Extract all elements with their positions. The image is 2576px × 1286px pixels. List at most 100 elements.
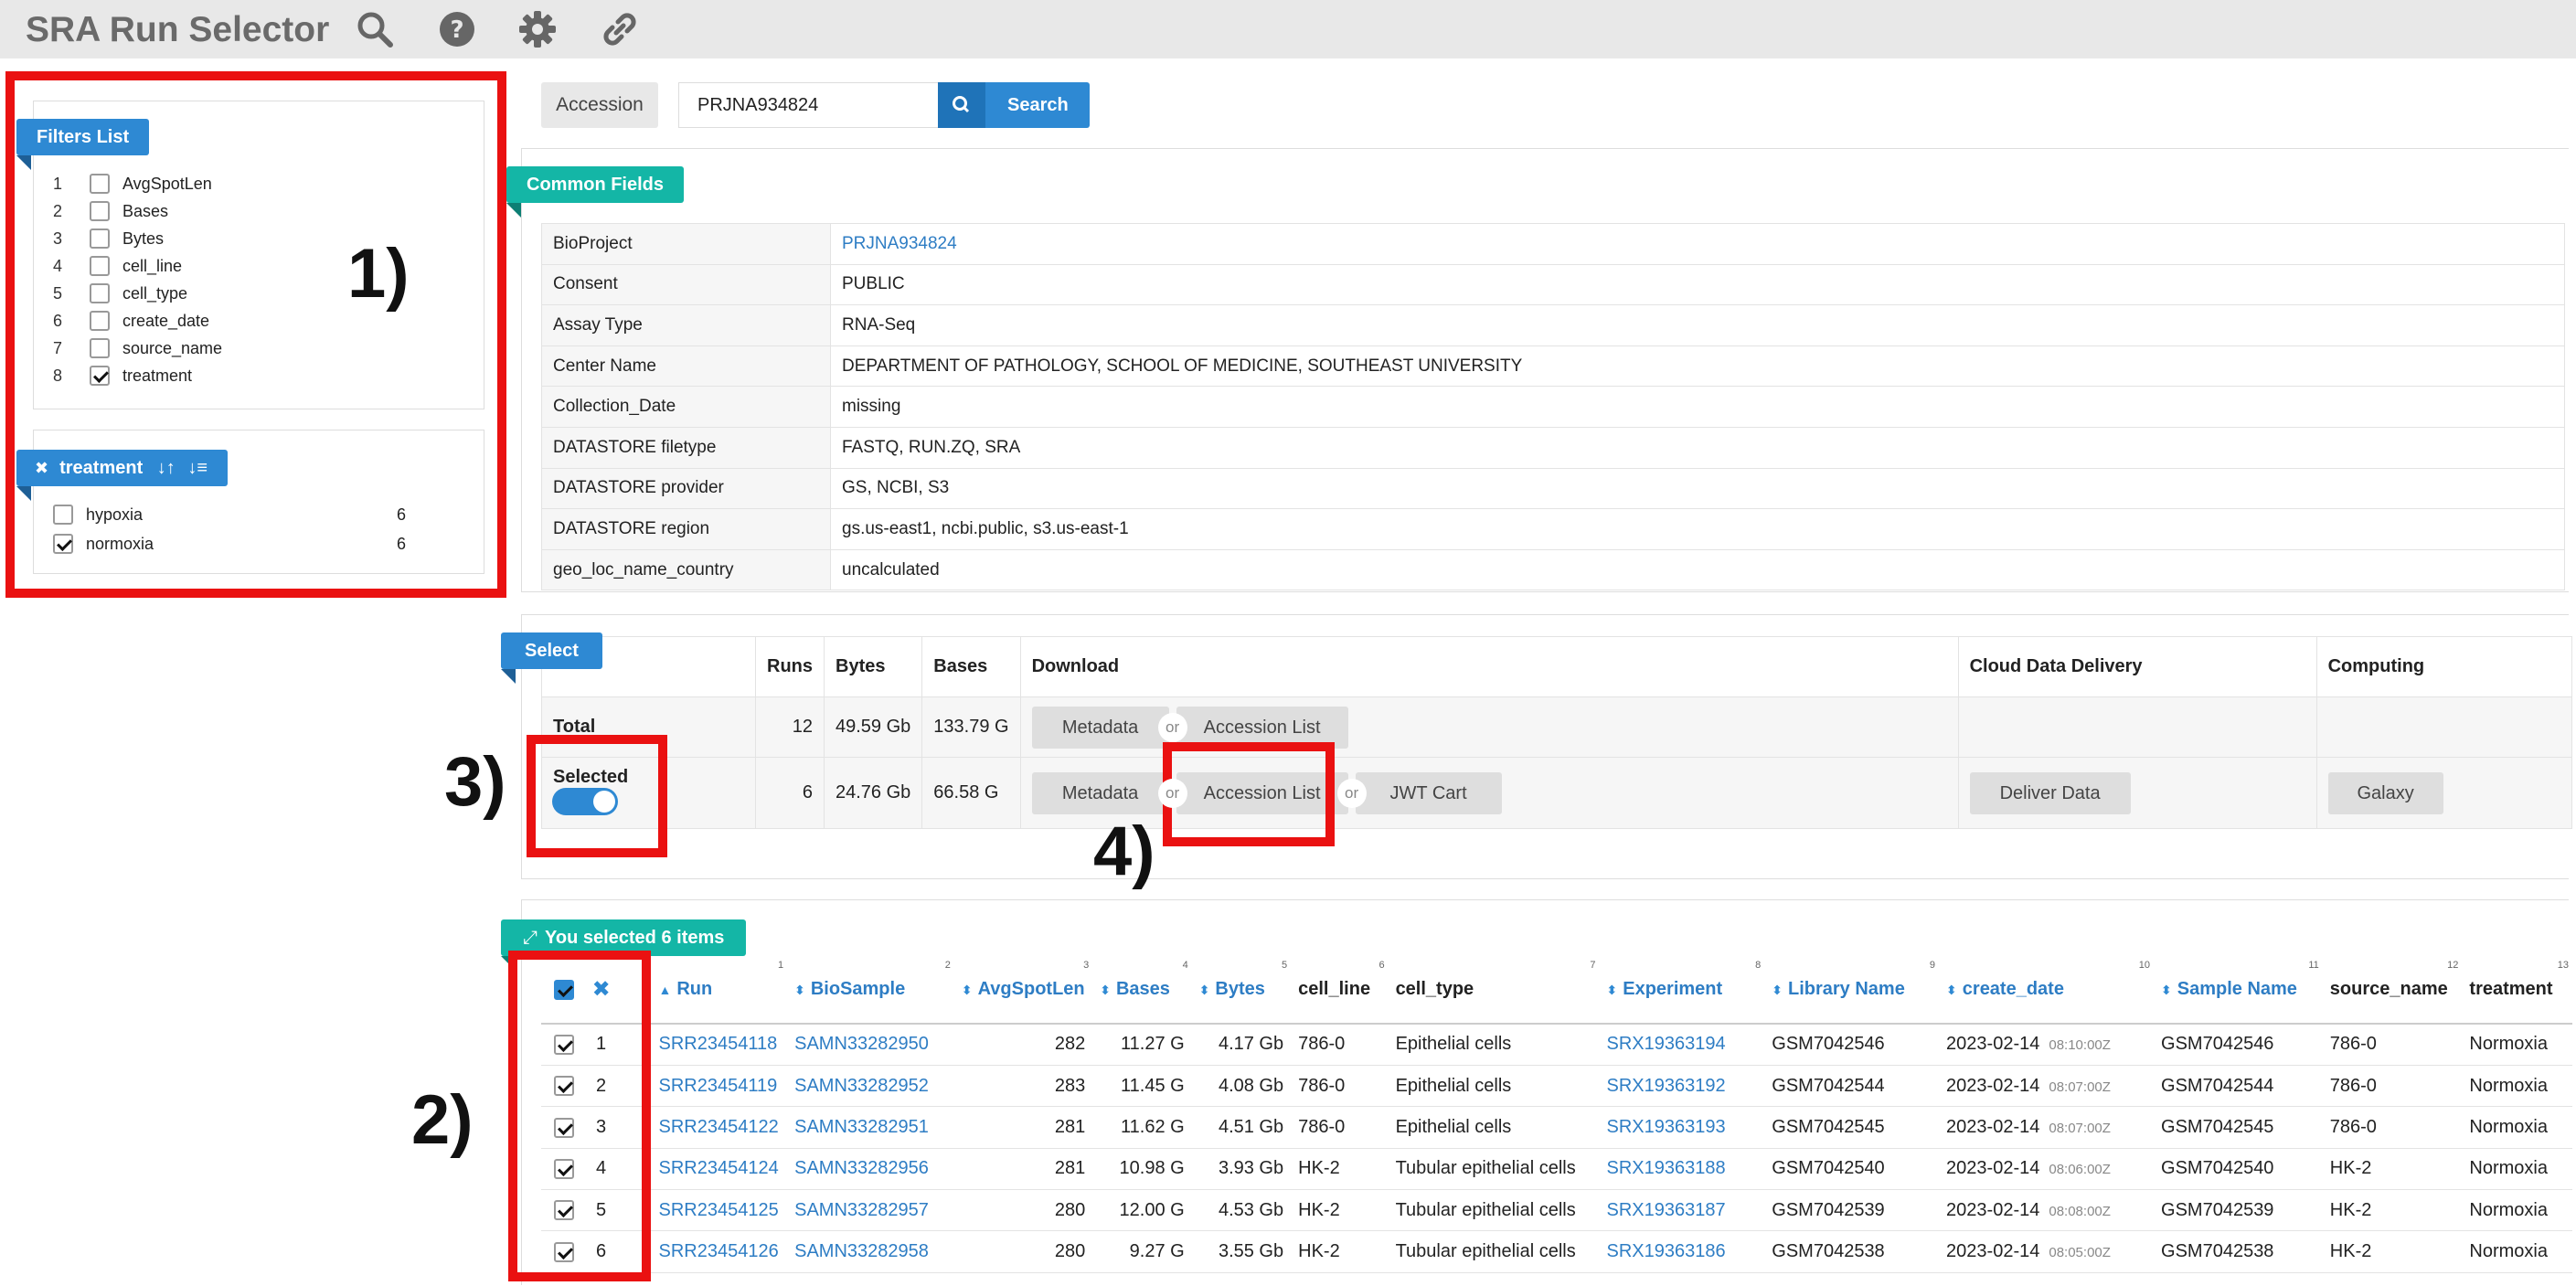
- treatment-checkbox[interactable]: [53, 534, 73, 554]
- deliver-data-button[interactable]: Deliver Data: [1969, 771, 2131, 814]
- selected-metadata-button[interactable]: Metadata: [1031, 771, 1169, 814]
- filter-checkbox[interactable]: [90, 338, 110, 358]
- close-icon[interactable]: ✖: [35, 459, 48, 477]
- experiment-link[interactable]: SRX19363186: [1599, 1230, 1765, 1273]
- selected-accession-list-button[interactable]: Accession List: [1176, 771, 1348, 814]
- filter-index: 4: [53, 257, 63, 275]
- search-button[interactable]: Search: [938, 82, 1090, 128]
- column-header-experiment[interactable]: ⬍ Experiment 8: [1599, 956, 1765, 1025]
- source-name-cell: HK-2: [2322, 1189, 2463, 1232]
- run-link[interactable]: SRR23454118: [651, 1024, 788, 1066]
- row-checkbox[interactable]: [554, 1035, 574, 1056]
- run-link[interactable]: SRR23454126: [651, 1230, 788, 1273]
- biosample-link[interactable]: SAMN33282950: [787, 1024, 954, 1066]
- filter-checkbox[interactable]: [90, 366, 110, 386]
- cell-type-cell: Epithelial cells: [1388, 1106, 1600, 1149]
- selected-toggle[interactable]: [552, 788, 618, 815]
- column-header-run[interactable]: ▲ Run 1: [651, 956, 788, 1025]
- biosample-link[interactable]: SAMN33282958: [787, 1230, 954, 1273]
- column-header-avgspotlen[interactable]: ⬍ AvgSpotLen 3: [953, 956, 1093, 1025]
- treatment-value-item[interactable]: hypoxia 6: [53, 501, 419, 528]
- biosample-link[interactable]: SAMN33282956: [787, 1148, 954, 1191]
- filter-checkbox[interactable]: [90, 256, 110, 276]
- table-row[interactable]: 2 SRR23454119 SAMN33282952 283 11.45 G 4.08 G…: [541, 1065, 2572, 1108]
- annotation-label-2: 2): [411, 1081, 474, 1159]
- column-number: 6: [1378, 960, 1385, 971]
- filter-checkbox[interactable]: [90, 229, 110, 249]
- row-checkbox[interactable]: [554, 1159, 574, 1180]
- filter-checkbox[interactable]: [90, 311, 110, 331]
- column-header-sample-name[interactable]: ⬍ Sample Name 11: [2154, 956, 2323, 1025]
- experiment-link[interactable]: SRX19363192: [1599, 1065, 1765, 1108]
- experiment-link[interactable]: SRX19363187: [1599, 1189, 1765, 1232]
- treatment-value-item[interactable]: normoxia 6: [53, 530, 419, 558]
- jwt-cart-button[interactable]: JWT Cart: [1355, 771, 1502, 814]
- cell-type-cell: Epithelial cells: [1388, 1024, 1600, 1066]
- treatment-checkbox[interactable]: [53, 505, 73, 525]
- clear-selection-icon[interactable]: ✖: [592, 977, 611, 1002]
- svg-text:?: ?: [450, 16, 463, 44]
- library-name-cell: GSM7042546: [1764, 1024, 1940, 1066]
- column-header-bases[interactable]: ⬍ Bases 4: [1092, 956, 1192, 1025]
- cell-type-cell: Tubular epithelial cells: [1388, 1230, 1600, 1273]
- total-accession-list-button[interactable]: Accession List: [1176, 706, 1348, 749]
- link-icon[interactable]: [600, 9, 640, 49]
- run-link[interactable]: SRR23454119: [651, 1065, 788, 1108]
- table-row[interactable]: 3 SRR23454122 SAMN33282951 281 11.62 G 4.51 G…: [541, 1106, 2572, 1149]
- help-icon[interactable]: ?: [437, 9, 477, 49]
- column-header-cell-line[interactable]: cell_line 6: [1291, 956, 1389, 1025]
- column-header-bytes[interactable]: ⬍ Bytes 5: [1191, 956, 1292, 1025]
- biosample-link[interactable]: SAMN33282951: [787, 1106, 954, 1149]
- avgspotlen-cell: 281: [953, 1106, 1093, 1149]
- filter-checkbox[interactable]: [90, 174, 110, 194]
- common-field-row: DATASTORE region gs.us-east1, ncbi.public…: [541, 508, 2565, 550]
- galaxy-button[interactable]: Galaxy: [2327, 771, 2443, 814]
- column-header-create-date[interactable]: ⬍ create_date 10: [1939, 956, 2155, 1025]
- column-header-cell-type[interactable]: cell_type 7: [1388, 956, 1600, 1025]
- row-checkbox[interactable]: [554, 1117, 574, 1138]
- treatment-filter-header[interactable]: ✖ treatment ↓↑ ↓≡: [16, 450, 229, 501]
- annotation-label-1: 1): [347, 235, 410, 313]
- search-icon[interactable]: [355, 9, 395, 49]
- column-header-library-name[interactable]: ⬍ Library Name 9: [1764, 956, 1940, 1025]
- experiment-link[interactable]: SRX19363193: [1599, 1106, 1765, 1149]
- column-header-source-name[interactable]: source_name 12: [2322, 956, 2463, 1025]
- filter-label: treatment: [122, 367, 193, 385]
- row-checkbox[interactable]: [554, 1200, 574, 1221]
- table-row[interactable]: 4 SRR23454124 SAMN33282956 281 10.98 G 3.93 G…: [541, 1148, 2572, 1191]
- column-label: Run: [676, 979, 713, 999]
- bases-cell: 12.00 G: [1092, 1189, 1192, 1232]
- run-link[interactable]: SRR23454124: [651, 1148, 788, 1191]
- treatment-value-count: 6: [397, 535, 407, 553]
- experiment-link[interactable]: SRX19363188: [1599, 1148, 1765, 1191]
- field-value[interactable]: PRJNA934824: [830, 223, 2565, 265]
- row-checkbox[interactable]: [554, 1076, 574, 1097]
- experiment-link[interactable]: SRX19363194: [1599, 1024, 1765, 1066]
- create-date: 2023-02-14: [1946, 1158, 2040, 1179]
- source-name-cell: 786-0: [2322, 1106, 2463, 1149]
- total-metadata-button[interactable]: Metadata: [1031, 706, 1169, 749]
- table-row[interactable]: 5 SRR23454125 SAMN33282957 280 12.00 G 4.53 G…: [541, 1189, 2572, 1232]
- runs-header: Runs: [755, 636, 825, 697]
- gear-icon[interactable]: [517, 9, 558, 49]
- filter-checkbox[interactable]: [90, 283, 110, 303]
- biosample-link[interactable]: SAMN33282952: [787, 1065, 954, 1108]
- select-all-checkbox[interactable]: [554, 979, 574, 1000]
- sort-icon[interactable]: ↓↑: [157, 458, 176, 478]
- table-row[interactable]: 6 SRR23454126 SAMN33282958 280 9.27 G 3.55 Gb…: [541, 1230, 2572, 1273]
- expand-icon[interactable]: ⤢: [523, 928, 538, 948]
- sort-desc-icon[interactable]: ↓≡: [187, 458, 208, 478]
- total-runs: 12: [755, 696, 825, 758]
- column-header-treatment[interactable]: treatment 13: [2462, 956, 2572, 1025]
- results-header: ⤢ You selected 6 items: [501, 919, 747, 971]
- row-checkbox[interactable]: [554, 1241, 574, 1262]
- filter-checkbox[interactable]: [90, 201, 110, 221]
- run-link[interactable]: SRR23454122: [651, 1106, 788, 1149]
- bytes-cell: 4.17 Gb: [1191, 1024, 1292, 1066]
- table-row[interactable]: 1 SRR23454118 SAMN33282950 282 11.27 G 4.17 G…: [541, 1024, 2572, 1066]
- run-link[interactable]: SRR23454125: [651, 1189, 788, 1232]
- accession-input[interactable]: [678, 82, 940, 128]
- column-label: Bases: [1115, 979, 1170, 999]
- column-header-biosample[interactable]: ⬍ BioSample 2: [787, 956, 954, 1025]
- biosample-link[interactable]: SAMN33282957: [787, 1189, 954, 1232]
